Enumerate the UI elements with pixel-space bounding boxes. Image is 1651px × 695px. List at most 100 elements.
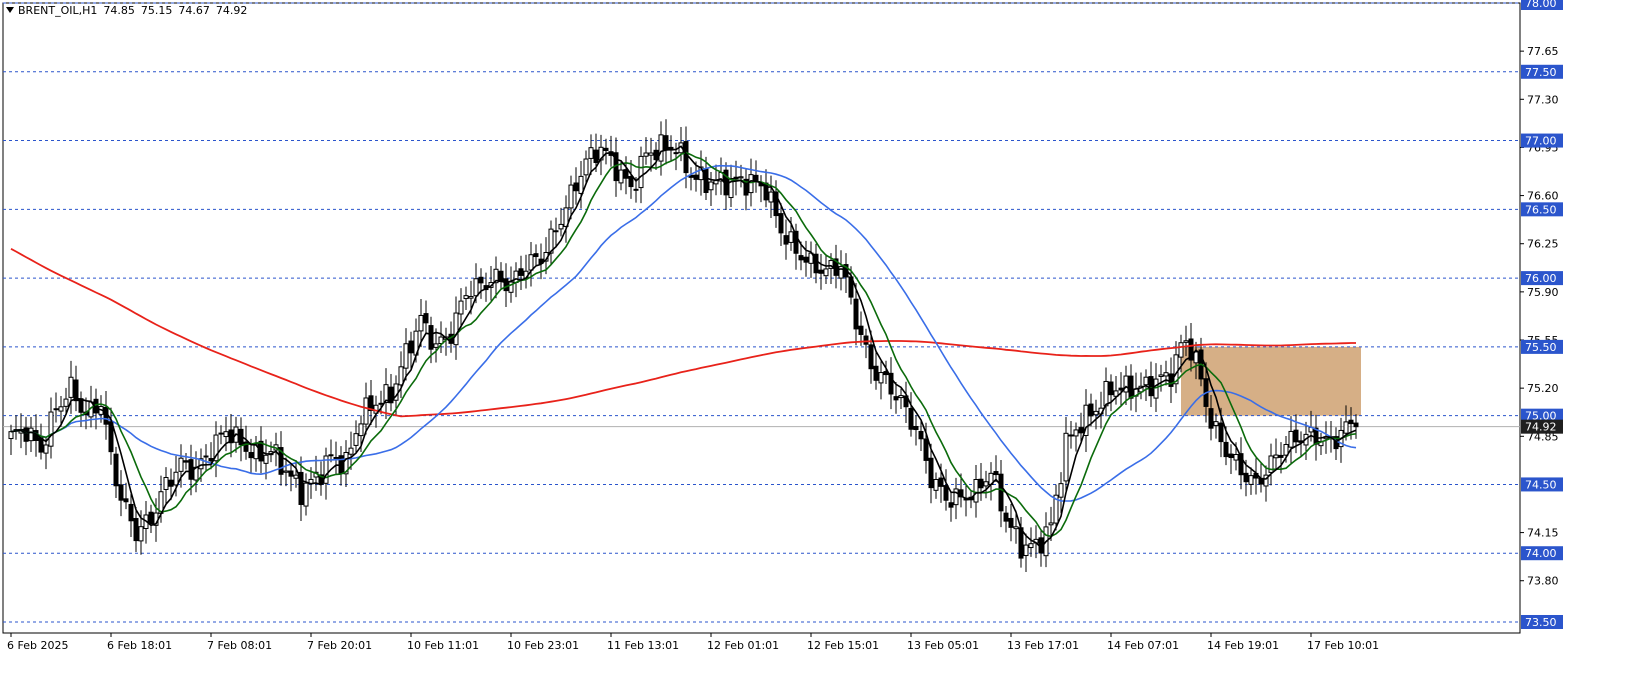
plot-area[interactable] [2, 2, 1521, 634]
candle-body [1193, 351, 1199, 364]
candle-body [68, 376, 74, 398]
candle-body [553, 230, 559, 233]
candle-body [348, 447, 354, 455]
candle-body [23, 427, 29, 442]
candle-body [148, 511, 154, 525]
candle-body [1108, 381, 1114, 396]
y-tick-label: 75.20 [1527, 382, 1559, 395]
candle-body [8, 431, 14, 440]
candle-body [663, 135, 669, 151]
level-tag-label: 76.00 [1525, 272, 1557, 285]
candle-body [118, 484, 124, 501]
candle-body [293, 474, 299, 479]
candle-body [1288, 430, 1294, 448]
candle-body [1293, 429, 1299, 443]
candle-body [738, 176, 744, 179]
candle-body [953, 488, 959, 506]
candle-body [1088, 403, 1094, 417]
candle-body [948, 502, 954, 508]
candle-body [1208, 408, 1214, 429]
candle-body [1153, 378, 1159, 399]
candle-body [1183, 340, 1189, 343]
candle-body [138, 526, 144, 542]
candle-body [1103, 380, 1109, 407]
candle-body [1023, 544, 1029, 557]
open-value: 74.85 [103, 4, 135, 17]
candle-body [123, 498, 129, 503]
candle-body [578, 175, 584, 194]
candle-body [768, 191, 774, 203]
candle-body [878, 372, 884, 384]
candle-body [163, 477, 169, 490]
x-tick-label: 11 Feb 13:01 [607, 639, 679, 652]
close-value: 74.92 [215, 4, 248, 17]
candle-body [453, 312, 459, 346]
candle-body [683, 141, 689, 174]
level-tag-label: 77.50 [1525, 66, 1557, 79]
candle-body [1248, 475, 1254, 485]
candle-body [288, 470, 294, 477]
candle-body [818, 269, 824, 274]
candle-body [358, 423, 364, 437]
candle-body [1178, 342, 1184, 358]
candle-body [218, 432, 224, 435]
candle-body [1003, 512, 1009, 522]
candle-body [528, 254, 534, 271]
chart-canvas[interactable]: 77.6577.3076.9576.6076.2575.9075.5575.20… [0, 0, 1651, 691]
x-tick-label: 7 Feb 20:01 [307, 639, 372, 652]
candle-body [628, 176, 634, 188]
x-tick-label: 6 Feb 2025 [7, 639, 68, 652]
y-tick-label: 76.25 [1527, 238, 1559, 251]
candle-body [398, 366, 404, 386]
current-price-label: 74.92 [1525, 421, 1557, 434]
y-tick-label: 74.15 [1527, 527, 1559, 540]
y-tick-label: 77.65 [1527, 45, 1559, 58]
x-tick-label: 7 Feb 08:01 [207, 639, 272, 652]
candle-body [1068, 434, 1074, 437]
candle-body [468, 295, 474, 299]
candle-body [593, 149, 599, 164]
candle-body [708, 181, 714, 191]
candle-body [788, 231, 794, 243]
candle-body [1078, 427, 1084, 434]
candle-body [778, 213, 784, 234]
candle-body [643, 152, 649, 157]
candle-body [673, 152, 679, 155]
candle-body [188, 459, 194, 480]
chart-header: BRENT_OIL,H1 74.85 75.15 74.67 74.92 [6, 4, 253, 17]
candle-body [408, 340, 414, 354]
x-tick-label: 10 Feb 23:01 [507, 639, 579, 652]
candle-body [428, 325, 434, 350]
candle-body [168, 479, 174, 487]
candle-body [1228, 453, 1234, 459]
candle-body [503, 278, 509, 292]
candle-body [1073, 429, 1079, 437]
y-tick-label: 76.60 [1527, 190, 1559, 203]
price-chart[interactable]: BRENT_OIL,H1 74.85 75.15 74.67 74.92 77.65 77… [0, 0, 1651, 691]
candle-body [993, 471, 999, 476]
x-tick-label: 13 Feb 17:01 [1007, 639, 1079, 652]
level-tag-label: 76.50 [1525, 203, 1557, 216]
candle-body [103, 406, 109, 425]
candle-body [263, 454, 269, 464]
candle-body [1048, 522, 1054, 526]
candle-body [633, 188, 639, 191]
candle-body [353, 433, 359, 446]
candle-body [928, 457, 934, 489]
x-tick-label: 17 Feb 10:01 [1307, 639, 1379, 652]
level-tag-label: 74.00 [1525, 547, 1557, 560]
candle-body [1218, 422, 1224, 443]
candle-body [798, 255, 804, 261]
candle-body [1013, 526, 1019, 530]
candle-body [1118, 387, 1124, 391]
candle-body [1158, 374, 1164, 377]
candle-body [913, 425, 919, 431]
candle-body [1223, 441, 1229, 458]
candle-body [43, 444, 49, 454]
menu-triangle-icon[interactable] [6, 7, 14, 13]
candle-body [403, 343, 409, 369]
candle-body [303, 482, 309, 507]
candle-body [733, 176, 739, 180]
candle-body [943, 485, 949, 501]
candle-body [898, 395, 904, 399]
